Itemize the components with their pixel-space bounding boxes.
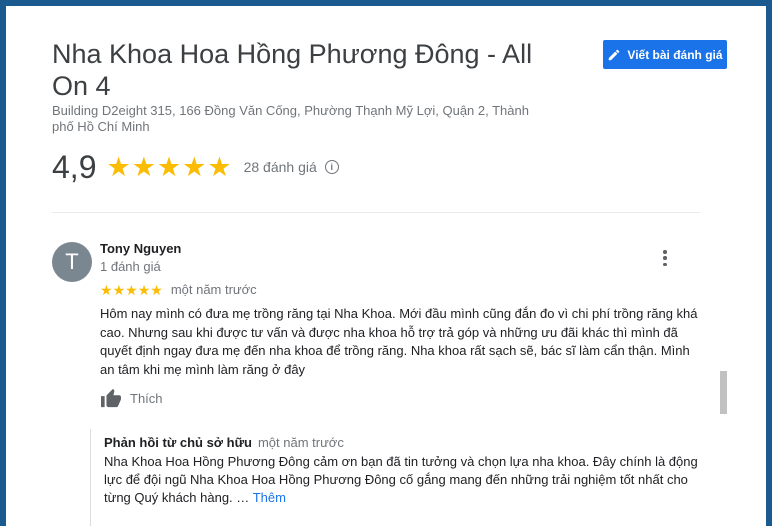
avatar[interactable]: T (52, 242, 92, 282)
star-icon: ★ (125, 281, 138, 298)
review-count[interactable]: 28 đánh giá (244, 159, 317, 175)
write-review-button[interactable]: Viết bài đánh giá (603, 40, 727, 69)
star-icon: ★ (156, 152, 182, 182)
business-title: Nha Khoa Hoa Hồng Phương Đông - All On 4 (52, 39, 533, 101)
business-address: Building D2eight 315, 166 Đồng Văn Cống,… (52, 103, 529, 134)
reviews-panel: Nha Khoa Hoa Hồng Phương Đông - All On 4… (6, 6, 766, 526)
pencil-icon (609, 49, 620, 60)
thumbs-up-icon (101, 388, 121, 408)
star-icon: ★ (106, 152, 131, 182)
like-label: Thích (130, 390, 163, 406)
rating-value: 4,9 (52, 148, 97, 185)
star-icon: ★ (112, 281, 126, 298)
star-icon: ★ (207, 152, 232, 182)
star-icon: ★ (137, 281, 151, 298)
scrollbar[interactable] (720, 371, 727, 414)
write-review-label: Viết bài đánh giá (627, 47, 723, 62)
star-icon: ★ (100, 281, 113, 298)
owner-reply: Phản hồi từ chủ sở hữu một năm trước Nha… (90, 429, 730, 526)
star-icon: ★ (150, 281, 163, 298)
reviewer-review-count: 1 đánh giá (100, 259, 161, 274)
star-icon: ★ (182, 152, 207, 182)
like-button[interactable]: Thích (100, 388, 163, 408)
rating-summary: 4,9 ★ ★ ★ ★ ★ 28 đánh giá i (52, 147, 339, 187)
review-meta: ★ ★ ★ ★ ★ một năm trước (100, 282, 257, 297)
owner-reply-body: Nha Khoa Hoa Hồng Phương Đông cảm ơn bạn… (104, 454, 698, 505)
owner-reply-title: Phản hồi từ chủ sở hữu (104, 435, 252, 450)
owner-reply-time: một năm trước (257, 435, 344, 450)
divider (52, 212, 700, 213)
more-vert-icon[interactable] (658, 249, 672, 267)
review-stars: ★ ★ ★ ★ ★ (100, 283, 163, 297)
review-time: một năm trước (170, 282, 257, 297)
review-text: Hôm nay mình có đưa mẹ trồng răng tại Nh… (100, 306, 698, 377)
more-link[interactable]: Thêm (253, 490, 286, 505)
star-icon: ★ (131, 152, 156, 182)
rating-stars: ★ ★ ★ ★ ★ (106, 152, 231, 182)
info-icon[interactable]: i (324, 160, 339, 174)
owner-reply-text: Nha Khoa Hoa Hồng Phương Đông cảm ơn bạn… (104, 453, 704, 507)
reviewer-name[interactable]: Tony Nguyen (100, 241, 181, 256)
